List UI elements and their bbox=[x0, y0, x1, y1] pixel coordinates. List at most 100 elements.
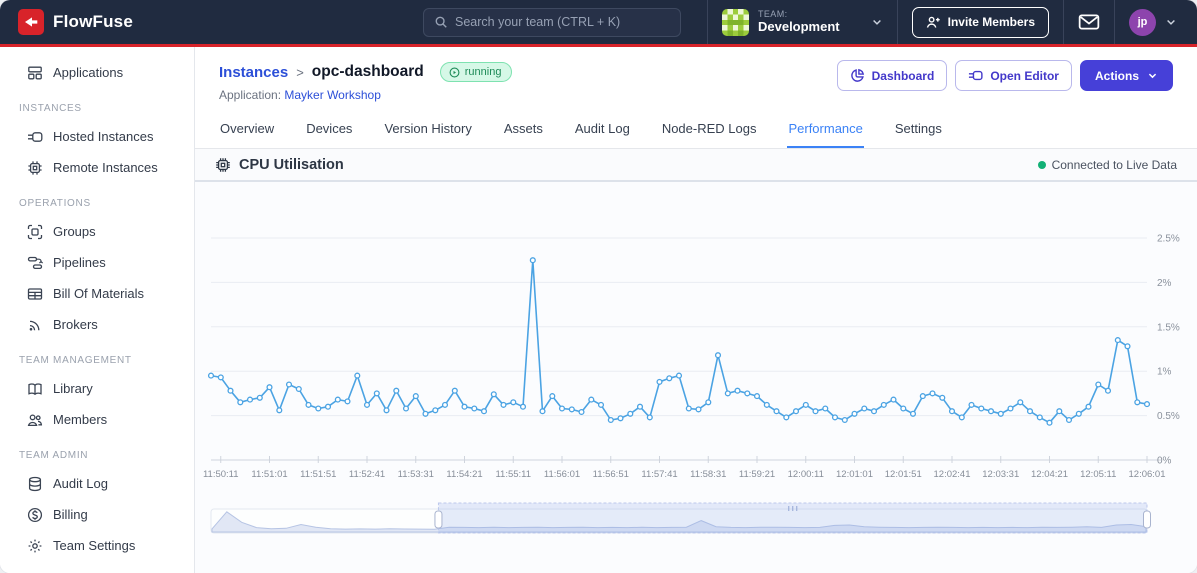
data-point-marker bbox=[568, 406, 575, 413]
x-axis-label: 12:02:41 bbox=[934, 469, 971, 480]
data-point-marker bbox=[471, 405, 478, 412]
y-axis-label: 2.5% bbox=[1157, 234, 1180, 245]
page-title: opc-dashboard bbox=[311, 63, 424, 80]
data-point-marker bbox=[334, 396, 341, 403]
tab-overview[interactable]: Overview bbox=[219, 112, 275, 148]
sidebar-item-label: Remote Instances bbox=[53, 160, 158, 175]
team-avatar bbox=[721, 8, 749, 36]
data-point-marker bbox=[714, 352, 722, 359]
sidebar-item-applications[interactable]: Applications bbox=[0, 57, 194, 88]
notifications-cell[interactable] bbox=[1063, 0, 1114, 44]
team-selector[interactable]: TEAM: Development bbox=[706, 0, 897, 44]
tab-devices[interactable]: Devices bbox=[305, 112, 353, 148]
y-axis-label: 0.5% bbox=[1157, 411, 1180, 422]
data-point-marker bbox=[841, 416, 848, 424]
sidebar-item-bill-of-materials[interactable]: Bill Of Materials bbox=[0, 278, 194, 309]
sidebar-item-members[interactable]: Members bbox=[0, 404, 194, 435]
data-point-marker bbox=[237, 399, 244, 406]
brush-handle-right[interactable] bbox=[1143, 510, 1151, 529]
data-point-marker bbox=[295, 385, 302, 393]
data-point-marker bbox=[1065, 416, 1073, 424]
top-navbar: FlowFuse Search your team (CTRL + K) TEA… bbox=[0, 0, 1197, 47]
tab-audit-log[interactable]: Audit Log bbox=[574, 112, 631, 148]
chart-area: 0.5% 1% 1.5% 2% 2.5% 0% 11:50:11 11:51:01 11:51:… bbox=[195, 182, 1197, 546]
data-point-marker bbox=[1036, 414, 1043, 421]
data-point-marker bbox=[354, 372, 361, 379]
chevron-down-icon bbox=[1165, 16, 1177, 28]
team-search[interactable] bbox=[422, 7, 681, 37]
application-link[interactable]: Mayker Workshop bbox=[284, 88, 380, 102]
header-actions: Dashboard Open Editor Actions bbox=[836, 60, 1173, 91]
sidebar-item-team-settings[interactable]: Team Settings bbox=[0, 530, 194, 561]
invite-members-label: Invite Members bbox=[947, 15, 1035, 29]
search-input[interactable] bbox=[454, 15, 670, 29]
instance-tabs: Overview Devices Version History Assets Audi… bbox=[195, 112, 1197, 149]
user-menu[interactable]: jp bbox=[1114, 0, 1197, 44]
data-point-marker bbox=[422, 410, 429, 417]
data-point-marker bbox=[792, 408, 800, 415]
breadcrumb-instances-link[interactable]: Instances bbox=[219, 64, 288, 81]
y-axis-label: 0% bbox=[1157, 456, 1172, 467]
data-point-marker bbox=[285, 381, 293, 388]
data-point-marker bbox=[802, 401, 809, 408]
sidebar-item-label: Hosted Instances bbox=[53, 129, 154, 144]
pie-chart-icon bbox=[850, 68, 865, 83]
app-window: FlowFuse Search your team (CTRL + K) TEA… bbox=[0, 0, 1197, 573]
users-icon bbox=[26, 411, 43, 428]
x-axis-label: 12:00:11 bbox=[788, 469, 824, 480]
tab-performance[interactable]: Performance bbox=[787, 112, 864, 148]
open-editor-button[interactable]: Open Editor bbox=[955, 60, 1072, 91]
data-point-marker bbox=[529, 257, 536, 264]
sidebar-item-audit-log[interactable]: Audit Log bbox=[0, 468, 194, 499]
flowfuse-logo[interactable]: FlowFuse bbox=[0, 0, 151, 44]
data-point-marker bbox=[1017, 399, 1024, 406]
data-point-marker bbox=[588, 396, 595, 403]
cpu-utilisation-chart[interactable]: 0.5% 1% 1.5% 2% 2.5% 0% 11:50:11 11:51:01 11:51:… bbox=[195, 190, 1197, 490]
data-point-marker bbox=[441, 401, 449, 408]
play-circle-icon bbox=[449, 67, 460, 78]
chevron-down-icon bbox=[1147, 70, 1158, 81]
x-axis-label: 11:53:31 bbox=[398, 469, 434, 480]
data-point-marker bbox=[1124, 343, 1131, 350]
tab-node-red-logs[interactable]: Node-RED Logs bbox=[661, 112, 758, 148]
data-point-marker bbox=[1104, 387, 1112, 394]
data-point-marker bbox=[500, 401, 507, 408]
data-point-marker bbox=[948, 408, 956, 415]
data-point-marker bbox=[627, 410, 634, 417]
actions-button[interactable]: Actions bbox=[1079, 60, 1173, 91]
sidebar-item-brokers[interactable]: Brokers bbox=[0, 309, 194, 340]
sidebar-item-pipelines[interactable]: Pipelines bbox=[0, 247, 194, 278]
invite-members-button[interactable]: Invite Members bbox=[911, 6, 1049, 38]
y-axis-label: 2% bbox=[1157, 278, 1172, 289]
data-point-marker bbox=[373, 390, 380, 397]
data-point-marker bbox=[987, 408, 995, 415]
sidebar-item-library[interactable]: Library bbox=[0, 373, 194, 404]
data-point-marker bbox=[958, 414, 965, 421]
data-point-marker bbox=[890, 396, 897, 403]
x-axis-label: 12:01:51 bbox=[885, 469, 922, 480]
sidebar-item-groups[interactable]: Groups bbox=[0, 216, 194, 247]
team-name: Development bbox=[757, 18, 840, 34]
data-point-marker bbox=[1075, 410, 1082, 417]
sidebar-item-label: Audit Log bbox=[53, 476, 108, 491]
x-axis-label: 11:59:21 bbox=[739, 469, 775, 480]
brand-name: FlowFuse bbox=[53, 12, 133, 31]
sidebar-item-remote-instances[interactable]: Remote Instances bbox=[0, 152, 194, 183]
data-point-marker bbox=[685, 405, 692, 412]
sidebar-item-billing[interactable]: Billing bbox=[0, 499, 194, 530]
tab-settings[interactable]: Settings bbox=[894, 112, 943, 148]
data-point-marker bbox=[1134, 399, 1141, 406]
tab-assets[interactable]: Assets bbox=[503, 112, 544, 148]
gear-icon bbox=[26, 537, 43, 554]
dashboard-button[interactable]: Dashboard bbox=[836, 60, 948, 91]
data-point-marker bbox=[753, 393, 761, 400]
tab-version-history[interactable]: Version History bbox=[383, 112, 472, 148]
chart-range-brush[interactable] bbox=[195, 499, 1197, 541]
data-point-marker bbox=[646, 414, 653, 421]
sidebar-item-hosted-instances[interactable]: Hosted Instances bbox=[0, 121, 194, 152]
x-axis-label: 11:52:41 bbox=[349, 469, 385, 480]
flowfuse-logo-icon bbox=[18, 9, 44, 35]
data-point-marker bbox=[305, 401, 312, 408]
brush-handle-left[interactable] bbox=[434, 510, 443, 529]
live-status: Connected to Live Data bbox=[1037, 158, 1177, 172]
